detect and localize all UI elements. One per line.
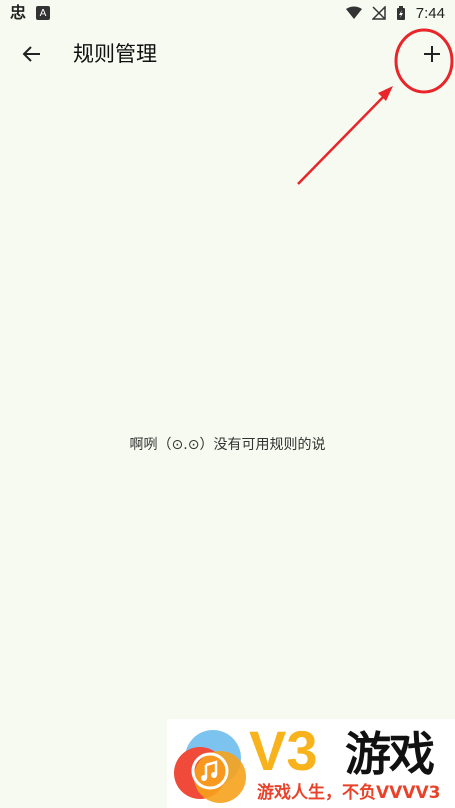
game-logo-icon <box>174 730 246 803</box>
status-bar-left: 忠 A <box>10 3 51 22</box>
a-notification-icon: A <box>36 6 51 20</box>
status-bar: 忠 A 7:44 <box>0 0 455 26</box>
back-button[interactable] <box>12 34 52 74</box>
wifi-icon <box>345 6 362 19</box>
signal-off-icon <box>371 6 386 20</box>
empty-state-message: 啊咧（⊙.⊙）没有可用规则的说 <box>129 437 326 453</box>
toolbar: 规则管理 <box>0 26 455 82</box>
watermark: V3 游戏 游戏人生，不负VVVV3 <box>167 719 455 808</box>
plus-icon <box>424 46 440 62</box>
app-notification-icon: 忠 <box>10 3 27 22</box>
annotation-arrow-head <box>378 86 393 101</box>
watermark-name: 游戏 <box>345 727 435 781</box>
status-time: 7:44 <box>415 4 445 22</box>
arrow-left-icon <box>22 46 40 62</box>
battery-charging-icon <box>396 5 405 20</box>
watermark-slogan: 游戏人生，不负VVVV3 <box>257 783 441 803</box>
annotation-arrow-line <box>297 91 389 185</box>
watermark-title: V3 <box>249 719 318 782</box>
annotation-overlay <box>297 28 454 185</box>
page-title: 规则管理 <box>73 42 157 66</box>
add-rule-button[interactable] <box>412 34 452 74</box>
status-bar-right: 7:44 <box>345 4 445 22</box>
